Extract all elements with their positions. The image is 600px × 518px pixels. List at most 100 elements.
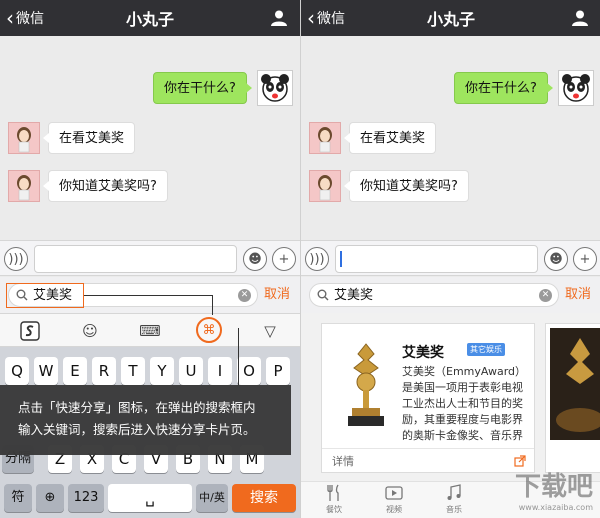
plus-icon[interactable]: + [573,247,597,271]
watermark-text: 下载吧 [514,472,593,502]
girl-avatar[interactable] [309,122,341,154]
tab-video[interactable]: 视频 [379,484,409,515]
message-bubble-me[interactable]: 你在干什么? [153,72,252,104]
chat-title: 小丸子 [426,10,475,29]
input-bar: ))) ☻ + [301,240,600,276]
fork-knife-icon [327,484,339,501]
search-field[interactable]: 艾美奖 ✕ [309,283,559,307]
person-icon[interactable] [571,9,589,27]
callout-line [212,295,213,315]
panda-avatar[interactable] [558,70,594,106]
watermark-url: www.xiazaiba.com [518,503,593,512]
search-bar: 艾美奖 ✕ 取消 [301,277,600,313]
key[interactable]: R [92,357,116,385]
screenshot-root: ‹ 微信 小丸子 你在干什么? 在看艾美奖 你知道艾美奖吗?))) ☻ + 艾… [0,0,600,518]
tab-label: 视频 [386,505,402,514]
back-label: 微信 [16,11,44,27]
watermark-logo: 下载吧 www.xiazaiba.com [515,466,593,512]
number-key[interactable]: 123 [68,484,104,512]
panda-face-icon [562,74,590,102]
clear-icon[interactable]: ✕ [238,289,251,302]
clear-icon[interactable]: ✕ [539,289,552,302]
callout-line [238,328,239,386]
key[interactable]: Q [5,357,29,385]
back-label: 微信 [317,11,345,27]
search-icon [317,289,329,301]
message-bubble-me[interactable]: 你在干什么? [454,72,553,104]
instruction-tip: 点击「快速分享」图标，在弹出的搜索框内 输入关键词，搜索后进入快速分享卡片页。 [0,385,291,455]
message-bubble-other[interactable]: 在看艾美奖 [343,122,437,154]
girl-face-icon [17,127,31,153]
quick-share-icon[interactable]: ⌘ [196,317,222,343]
keyboard-toolbar: ☺ ⌨ ⌘ ▽ [0,313,300,347]
key[interactable]: W [34,357,58,385]
person-icon[interactable] [270,9,288,27]
trophy-photo-image [550,328,600,440]
girl-face-icon [318,127,332,153]
keyboard-icon[interactable]: ⌨ [139,321,161,341]
tab-music[interactable]: 音乐 [439,484,469,515]
key[interactable]: U [179,357,203,385]
emmy-trophy-photo [556,338,600,432]
sogou-logo-icon[interactable] [20,321,40,341]
emoji-icon[interactable]: ☻ [544,247,568,271]
chevron-left-icon: ‹ [307,6,315,30]
key[interactable]: P [266,357,290,385]
share-card[interactable]: 艾美奖 其它娱乐 艾美奖（EmmyAward）是美国一项用于表彰电视工业杰出人士… [321,323,535,473]
smiley-icon[interactable]: ☺ [80,321,100,341]
globe-key[interactable]: ⊕ [36,484,64,512]
panda-avatar[interactable] [257,70,293,106]
message-bubble-other[interactable]: 你知道艾美奖吗? [43,170,168,202]
share-card-area: 艾美奖 其它娱乐 艾美奖（EmmyAward）是美国一项用于表彰电视工业杰出人士… [301,313,600,518]
collapse-chevron-icon[interactable]: ▽ [260,321,280,341]
back-button[interactable]: ‹ 微信 [307,0,345,36]
girl-avatar[interactable] [309,170,341,202]
tip-line-2: 输入关键词，搜索后进入快速分享卡片页。 [18,422,256,437]
chat-title: 小丸子 [125,10,174,29]
emmy-trophy-image [348,343,384,426]
girl-face-icon [17,175,31,201]
cancel-button[interactable]: 取消 [565,277,591,313]
message-input[interactable] [34,245,237,273]
key[interactable]: Y [150,357,174,385]
key[interactable]: T [121,357,145,385]
lang-key[interactable]: 中/英 [196,484,228,512]
message-input[interactable] [335,245,538,273]
symbol-key[interactable]: 符 [4,484,32,512]
tip-line-1: 点击「快速分享」图标，在弹出的搜索框内 [18,400,256,415]
key[interactable]: E [63,357,87,385]
tab-dining[interactable]: 餐饮 [319,484,349,515]
left-panel: ‹ 微信 小丸子 你在干什么? 在看艾美奖 你知道艾美奖吗?))) ☻ + 艾… [0,0,300,518]
girl-face-icon [318,175,332,201]
globe-icon: ⊕ [44,490,56,505]
card-title: 艾美奖 [402,345,444,361]
input-bar: ))) ☻ + [0,240,300,276]
search-key[interactable]: 搜索 [232,484,296,512]
nav-bar: ‹ 微信 小丸子 [0,0,300,36]
plus-icon[interactable]: + [272,247,296,271]
girl-avatar[interactable] [8,122,40,154]
detail-link[interactable]: 详情 [332,449,354,474]
chevron-left-icon: ‹ [6,6,14,30]
voice-icon[interactable]: ))) [4,247,28,271]
nav-bar: ‹ 微信 小丸子 [301,0,600,36]
message-bubble-other[interactable]: 你知道艾美奖吗? [344,170,469,202]
chat-area: 你在干什么? 在看艾美奖 你知道艾美奖吗? [0,36,300,240]
voice-icon[interactable]: ))) [305,247,329,271]
callout-line [84,295,212,296]
card-footer: 详情 [322,448,534,473]
emoji-icon[interactable]: ☻ [243,247,267,271]
key[interactable]: I [208,357,232,385]
right-panel: ‹ 微信 小丸子 你在干什么? 在看艾美奖 你知道艾美奖吗?))) ☻ + 艾… [300,0,600,518]
girl-avatar[interactable] [8,170,40,202]
video-icon [385,486,403,500]
sogou-s-icon [20,321,40,341]
share-card-next[interactable] [545,323,600,473]
back-button[interactable]: ‹ 微信 [6,0,44,36]
space-key[interactable]: ␣ [108,484,192,512]
cancel-button[interactable]: 取消 [264,277,290,313]
tab-label: 音乐 [446,505,462,514]
chat-area: 你在干什么? 在看艾美奖 你知道艾美奖吗? [301,36,600,240]
message-bubble-other[interactable]: 在看艾美奖 [42,122,136,154]
key[interactable]: O [237,357,261,385]
